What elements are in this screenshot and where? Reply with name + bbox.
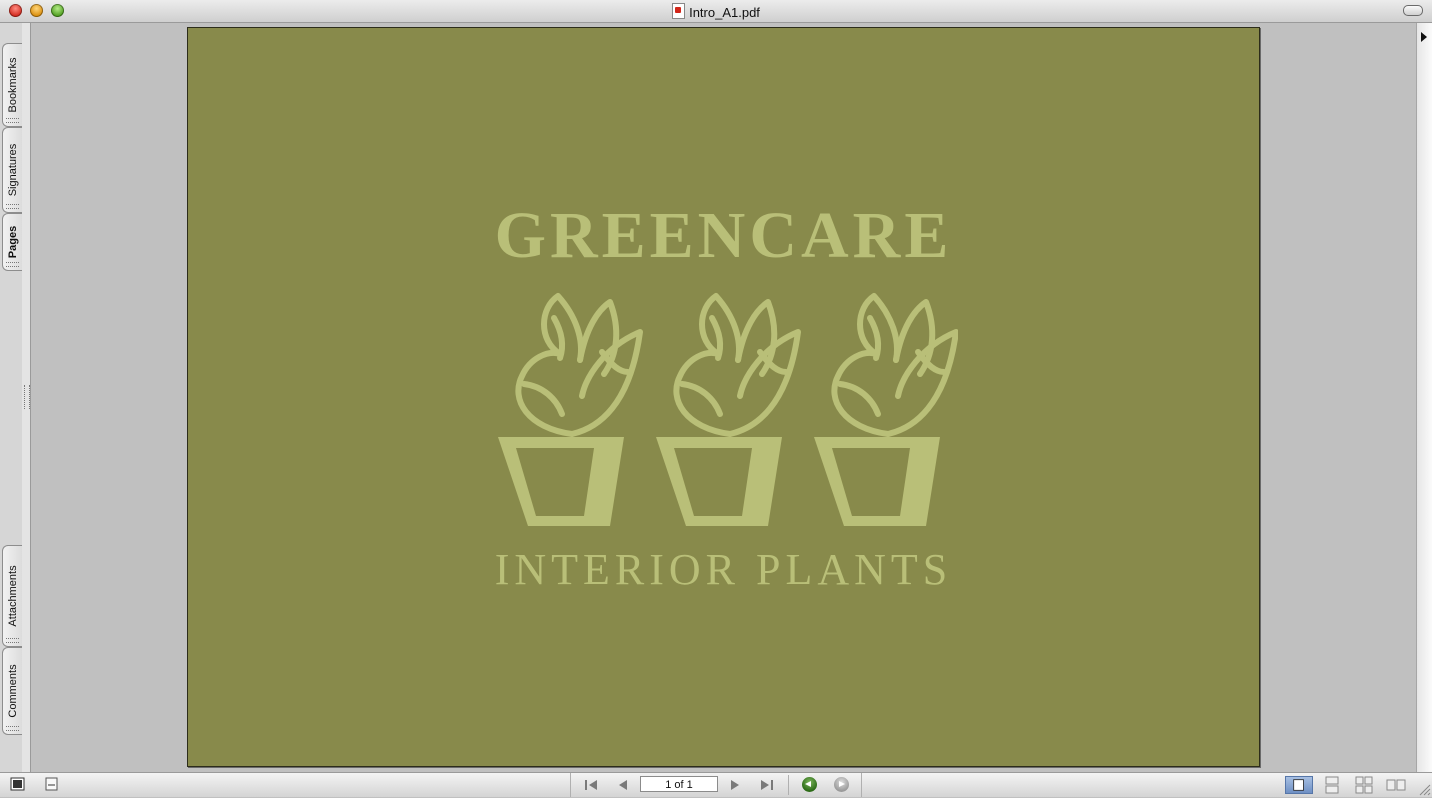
vertical-scrollbar[interactable] <box>1416 23 1432 773</box>
splitter-grip-icon <box>24 385 30 409</box>
page-size-icon[interactable] <box>44 777 59 791</box>
collapse-arrow-icon[interactable] <box>1421 32 1427 42</box>
tab-grip-icon <box>6 726 19 731</box>
status-bar: 1 of 1 <box>0 772 1432 797</box>
tab-grip-icon <box>6 204 19 209</box>
three-potted-plants-icon <box>498 288 958 533</box>
sidebar-splitter[interactable] <box>22 23 31 773</box>
tab-bookmarks-label: Bookmarks <box>6 57 19 113</box>
facing-continuous-view-icon[interactable] <box>1350 776 1378 794</box>
tab-grip-icon <box>6 262 19 267</box>
last-page-icon[interactable] <box>759 778 775 792</box>
nav-separator <box>788 775 789 795</box>
document-view[interactable]: GREENCARE INTERIOR PLANTS <box>31 23 1416 773</box>
tab-attachments-label: Attachments <box>6 565 19 627</box>
sidebar-tab-strip: Bookmarks Signatures Pages Attachments C… <box>0 23 23 773</box>
window-title: Intro_A1.pdf <box>689 5 760 20</box>
go-forward-icon[interactable] <box>834 777 849 792</box>
brand-name: GREENCARE <box>494 199 953 272</box>
tab-grip-icon <box>6 638 19 643</box>
tab-signatures[interactable]: Signatures <box>2 127 22 213</box>
window-title-group: Intro_A1.pdf <box>0 3 1432 20</box>
title-bar: Intro_A1.pdf <box>0 0 1432 23</box>
tab-signatures-label: Signatures <box>6 143 19 197</box>
brand-tagline: INTERIOR PLANTS <box>494 545 953 594</box>
view-mode-buttons <box>1285 773 1415 797</box>
page-number-field[interactable]: 1 of 1 <box>640 776 718 792</box>
tab-pages[interactable]: Pages <box>2 213 22 271</box>
first-page-icon[interactable] <box>583 778 599 792</box>
tab-comments[interactable]: Comments <box>2 647 22 735</box>
page-thumbnail-toggle-icon[interactable] <box>10 777 25 791</box>
tab-pages-label: Pages <box>6 225 19 259</box>
resize-grip-icon[interactable] <box>1419 784 1431 796</box>
previous-page-icon[interactable] <box>615 778 631 792</box>
tab-attachments[interactable]: Attachments <box>2 545 22 647</box>
next-page-icon[interactable] <box>727 778 743 792</box>
pdf-page: GREENCARE INTERIOR PLANTS <box>187 27 1260 767</box>
single-page-icon <box>1293 779 1304 791</box>
toolbar-toggle-button[interactable] <box>1403 5 1423 16</box>
tab-comments-label: Comments <box>6 664 19 718</box>
tab-bookmarks[interactable]: Bookmarks <box>2 43 22 127</box>
facing-view-icon[interactable] <box>1382 776 1410 794</box>
go-back-icon[interactable] <box>802 777 817 792</box>
continuous-view-icon[interactable] <box>1318 776 1346 794</box>
pdf-file-icon <box>672 3 686 19</box>
page-navigation: 1 of 1 <box>570 773 862 797</box>
single-page-view-button[interactable] <box>1285 776 1313 794</box>
tab-grip-icon <box>6 118 19 123</box>
